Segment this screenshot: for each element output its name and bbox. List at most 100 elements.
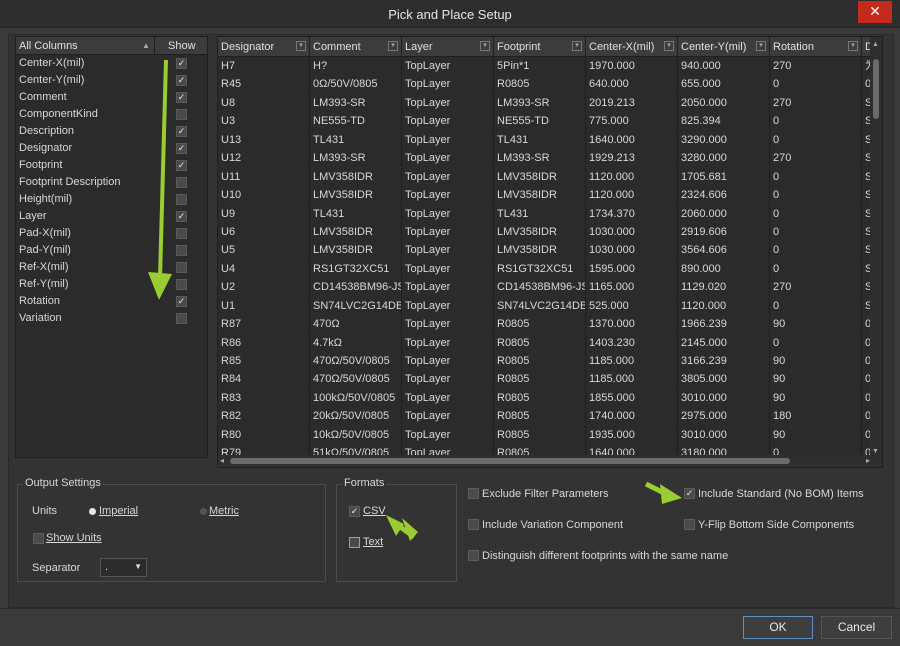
columns-list[interactable]: All Columns ▲ Show Center-X(mil) ✓ Center-… — [15, 36, 208, 458]
column-show-checkbox[interactable] — [176, 262, 187, 273]
table-row[interactable]: U1 SN74LVC2G14DBV TopLayer SN74LVC2G14DBV 52… — [218, 296, 872, 315]
separator-select[interactable]: . ▼ — [100, 558, 147, 577]
column-option-row[interactable]: Footprint ✓ — [16, 157, 207, 174]
grid-column-header[interactable]: Center-Y(mil) ▾ — [678, 37, 770, 57]
column-show-checkbox-checked[interactable]: ✓ — [176, 126, 187, 137]
filter-icon[interactable]: ▾ — [756, 41, 766, 51]
column-option-row[interactable]: Center-X(mil) ✓ — [16, 55, 207, 72]
column-option-row[interactable]: ComponentKind — [16, 106, 207, 123]
include-standard-label[interactable]: Include Standard (No BOM) Items — [698, 488, 864, 500]
column-option-row[interactable]: Comment ✓ — [16, 89, 207, 106]
grid-column-header[interactable]: Rotation ▾ — [770, 37, 862, 57]
column-option-row[interactable]: Height(mil) — [16, 191, 207, 208]
filter-icon[interactable]: ▾ — [388, 41, 398, 51]
column-show-checkbox[interactable] — [176, 313, 187, 324]
show-header[interactable]: Show — [168, 40, 196, 52]
table-row[interactable]: U13 TL431 TopLayer TL431 1640.000 3290.000 0 S — [218, 130, 872, 149]
text-checkbox[interactable] — [349, 537, 360, 548]
text-label[interactable]: Text — [363, 536, 383, 548]
column-option-row[interactable]: Ref-Y(mil) — [16, 276, 207, 293]
column-show-checkbox-checked[interactable]: ✓ — [176, 143, 187, 154]
grid-column-header[interactable]: Designator ▾ — [218, 37, 310, 57]
table-row[interactable]: U3 NE555-TD TopLayer NE555-TD 775.000 825.394… — [218, 112, 872, 131]
exclude-filter-checkbox[interactable] — [468, 488, 479, 499]
include-standard-checkbox[interactable]: ✓ — [684, 488, 695, 499]
column-show-checkbox[interactable] — [176, 279, 187, 290]
distinguish-footprints-label[interactable]: Distinguish different footprints with th… — [482, 550, 728, 562]
grid-horizontal-scrollbar[interactable]: ◂ ▸ — [218, 455, 872, 467]
column-show-checkbox[interactable] — [176, 245, 187, 256]
column-show-checkbox[interactable] — [176, 194, 187, 205]
metric-radio[interactable] — [200, 508, 207, 515]
column-option-row[interactable]: Center-Y(mil) ✓ — [16, 72, 207, 89]
exclude-filter-label[interactable]: Exclude Filter Parameters — [482, 488, 609, 500]
distinguish-footprints-checkbox[interactable] — [468, 550, 479, 561]
column-show-checkbox-checked[interactable]: ✓ — [176, 58, 187, 69]
column-option-row[interactable]: Description ✓ — [16, 123, 207, 140]
filter-icon[interactable]: ▾ — [572, 41, 582, 51]
filter-icon[interactable]: ▾ — [480, 41, 490, 51]
table-row[interactable]: U2 CD14538BM96-JS TopLayer CD14538BM96-JS 11… — [218, 278, 872, 297]
column-show-checkbox-checked[interactable]: ✓ — [176, 75, 187, 86]
include-variation-label[interactable]: Include Variation Component — [482, 519, 623, 531]
scroll-up-icon[interactable]: ▲ — [872, 41, 879, 48]
column-show-checkbox[interactable] — [176, 177, 187, 188]
table-row[interactable]: U11 LMV358IDR TopLayer LMV358IDR 1120.000 170… — [218, 167, 872, 186]
grid-column-header[interactable]: Layer ▾ — [402, 37, 494, 57]
table-row[interactable]: R45 0Ω/50V/0805 TopLayer R0805 640.000 655.00… — [218, 75, 872, 94]
column-option-row[interactable]: Pad-X(mil) — [16, 225, 207, 242]
table-row[interactable]: R86 4.7kΩ TopLayer R0805 1403.230 2145.000 0 0 — [218, 333, 872, 352]
imperial-label[interactable]: Imperial — [99, 505, 138, 517]
table-row[interactable]: R80 10kΩ/50V/0805 TopLayer R0805 1935.000 301… — [218, 425, 872, 444]
table-row[interactable]: U5 LMV358IDR TopLayer LMV358IDR 1030.000 3564… — [218, 241, 872, 260]
table-row[interactable]: R83 100kΩ/50V/0805 TopLayer R0805 1855.000 30… — [218, 388, 872, 407]
table-row[interactable]: U6 LMV358IDR TopLayer LMV358IDR 1030.000 2919… — [218, 222, 872, 241]
ok-button[interactable]: OK — [743, 616, 813, 639]
column-option-row[interactable]: Designator ✓ — [16, 140, 207, 157]
table-row[interactable]: U12 LM393-SR TopLayer LM393-SR 1929.213 3280.… — [218, 149, 872, 168]
imperial-radio[interactable] — [89, 508, 96, 515]
table-row[interactable]: R85 470Ω/50V/0805 TopLayer R0805 1185.000 316… — [218, 352, 872, 370]
column-show-checkbox[interactable] — [176, 109, 187, 120]
column-show-checkbox-checked[interactable]: ✓ — [176, 160, 187, 171]
column-show-checkbox-checked[interactable]: ✓ — [176, 211, 187, 222]
column-option-row[interactable]: Ref-X(mil) — [16, 259, 207, 276]
table-row[interactable]: U10 LMV358IDR TopLayer LMV358IDR 1120.000 232… — [218, 186, 872, 205]
table-row[interactable]: R84 470Ω/50V/0805 TopLayer R0805 1185.000 380… — [218, 370, 872, 389]
scroll-down-icon[interactable]: ▼ — [872, 448, 879, 455]
column-option-row[interactable]: Layer ✓ — [16, 208, 207, 225]
table-row[interactable]: R82 20kΩ/50V/0805 TopLayer R0805 1740.000 297… — [218, 407, 872, 426]
csv-checkbox[interactable]: ✓ — [349, 506, 360, 517]
column-option-row[interactable]: Footprint Description — [16, 174, 207, 191]
show-units-label[interactable]: Show Units — [46, 532, 102, 544]
vertical-scroll-thumb[interactable] — [873, 59, 879, 119]
cancel-button[interactable]: Cancel — [821, 616, 892, 639]
column-option-row[interactable]: Rotation ✓ — [16, 293, 207, 310]
grid-column-header[interactable]: Comment ▾ — [310, 37, 402, 57]
include-variation-checkbox[interactable] — [468, 519, 479, 530]
column-option-row[interactable]: Pad-Y(mil) — [16, 242, 207, 259]
close-button[interactable]: ✕ — [858, 1, 892, 23]
table-row[interactable]: U8 LM393-SR TopLayer LM393-SR 2019.213 2050.0… — [218, 93, 872, 112]
horizontal-scroll-thumb[interactable] — [230, 458, 790, 464]
column-show-checkbox[interactable] — [176, 228, 187, 239]
all-columns-header[interactable]: All Columns — [19, 40, 78, 52]
table-row[interactable]: H7H?TopLayer5Pin*11970.000940.000270为 — [218, 57, 872, 75]
csv-label[interactable]: CSV — [363, 505, 386, 517]
filter-icon[interactable]: ▾ — [296, 41, 306, 51]
table-row[interactable]: U9 TL431 TopLayer TL431 1734.370 2060.000 0 S — [218, 204, 872, 223]
y-flip-label[interactable]: Y-Flip Bottom Side Components — [698, 519, 854, 531]
filter-icon[interactable]: ▾ — [664, 41, 674, 51]
column-show-checkbox-checked[interactable]: ✓ — [176, 296, 187, 307]
grid-vertical-scrollbar[interactable]: ▲ ▼ — [870, 37, 882, 457]
table-row[interactable]: R87 470Ω TopLayer R0805 1370.000 1966.239 90 0 — [218, 315, 872, 334]
metric-label[interactable]: Metric — [209, 505, 239, 517]
y-flip-checkbox[interactable] — [684, 519, 695, 530]
column-option-row[interactable]: Variation — [16, 310, 207, 327]
grid-column-header[interactable]: Footprint ▾ — [494, 37, 586, 57]
column-show-checkbox-checked[interactable]: ✓ — [176, 92, 187, 103]
show-units-checkbox[interactable] — [33, 533, 44, 544]
scroll-left-icon[interactable]: ◂ — [220, 456, 224, 465]
preview-grid[interactable]: Designator ▾ Comment ▾ Layer ▾ Footprint ▾ Cente… — [217, 36, 883, 468]
grid-column-header[interactable]: Center-X(mil) ▾ — [586, 37, 678, 57]
